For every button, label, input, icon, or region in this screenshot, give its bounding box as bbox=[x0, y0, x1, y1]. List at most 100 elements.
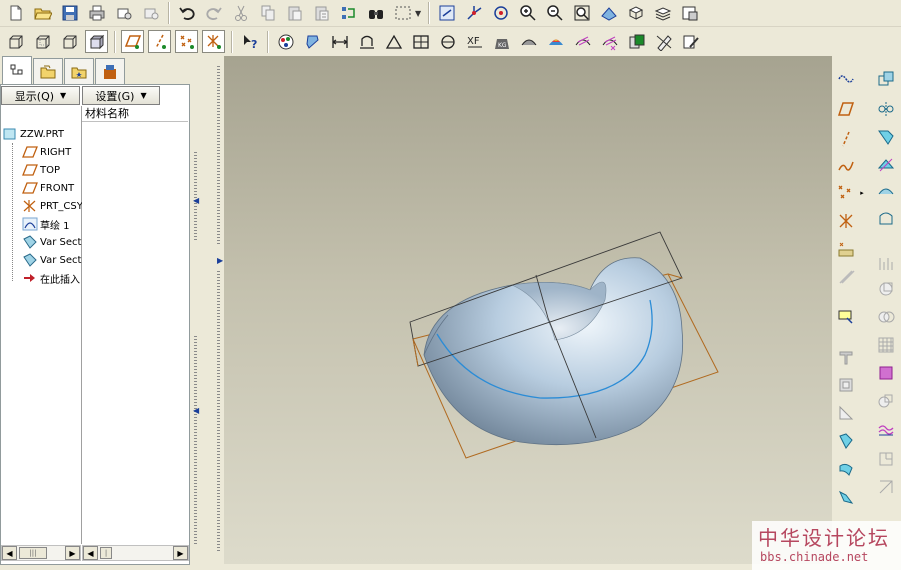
saved-views-button[interactable] bbox=[624, 2, 647, 25]
tree-node-right[interactable]: RIGHT bbox=[2, 143, 82, 161]
coordinate-system-toggle[interactable] bbox=[202, 30, 225, 53]
tree-horizontal-scrollbar[interactable]: ◀ ||| ▶ bbox=[1, 545, 81, 561]
sweep-button[interactable] bbox=[835, 402, 857, 424]
cut-button[interactable] bbox=[229, 2, 252, 25]
solidify-button[interactable] bbox=[875, 278, 897, 300]
expand-arrow-icon[interactable]: ▶ bbox=[217, 256, 223, 265]
select-box-button[interactable] bbox=[391, 2, 414, 25]
tab-favorites[interactable] bbox=[64, 58, 94, 84]
tab-model-tree[interactable] bbox=[2, 56, 32, 84]
measure-distance-button[interactable] bbox=[328, 30, 351, 53]
curvature-button[interactable] bbox=[517, 30, 540, 53]
tree-node-top[interactable]: TOP bbox=[2, 161, 82, 179]
mirror-button[interactable] bbox=[875, 98, 897, 120]
collapse-arrow-icon[interactable]: ◀ bbox=[193, 406, 199, 415]
hidden-line-button[interactable] bbox=[31, 30, 54, 53]
datum-point-dropdown[interactable]: ▸ bbox=[857, 182, 867, 204]
tree-node-csys[interactable]: PRT_CSY bbox=[2, 197, 82, 215]
reflection-button[interactable] bbox=[571, 30, 594, 53]
datum-point-toggle[interactable] bbox=[175, 30, 198, 53]
intersect-button[interactable] bbox=[875, 390, 897, 412]
settings-menu-button[interactable]: 设置(G) ▼ bbox=[82, 86, 160, 105]
edit-analysis-button[interactable] bbox=[679, 30, 702, 53]
boundary-blend-button[interactable] bbox=[835, 486, 857, 508]
scroll-thumb[interactable]: ||| bbox=[19, 547, 47, 559]
print-button[interactable] bbox=[85, 2, 108, 25]
measure-diameter-button[interactable] bbox=[436, 30, 459, 53]
splitter-grip[interactable] bbox=[217, 271, 220, 551]
fill-surface-button[interactable] bbox=[835, 458, 857, 480]
open-button[interactable] bbox=[31, 2, 54, 25]
pattern-button[interactable] bbox=[875, 306, 897, 328]
new-button[interactable] bbox=[4, 2, 27, 25]
tree-node-insert-here[interactable]: 在此插入 bbox=[2, 269, 82, 287]
orient-button[interactable] bbox=[489, 2, 512, 25]
tree-node-front[interactable]: FRONT bbox=[2, 179, 82, 197]
model-view[interactable] bbox=[224, 56, 832, 564]
wireframe-button[interactable] bbox=[4, 30, 27, 53]
tree-node-root[interactable]: ZZW.PRT bbox=[2, 125, 82, 143]
sketched-curve-button[interactable] bbox=[835, 156, 857, 178]
datum-plane-toggle[interactable] bbox=[121, 30, 144, 53]
paste-button[interactable] bbox=[283, 2, 306, 25]
trim-button[interactable] bbox=[875, 154, 897, 176]
zoom-in-button[interactable] bbox=[516, 2, 539, 25]
scroll-thumb[interactable]: | bbox=[100, 547, 112, 559]
measure-angle-button[interactable] bbox=[382, 30, 405, 53]
extend-button[interactable] bbox=[875, 180, 897, 202]
show-menu-button[interactable]: 显示(Q) ▼ bbox=[1, 86, 80, 105]
offset-button[interactable] bbox=[875, 208, 897, 230]
scroll-left-icon[interactable]: ◀ bbox=[83, 546, 98, 560]
shading-button[interactable] bbox=[85, 30, 108, 53]
extrude-button[interactable] bbox=[835, 346, 857, 368]
grid-pattern-button[interactable] bbox=[875, 334, 897, 356]
sketch-tool-button[interactable] bbox=[835, 306, 857, 328]
redo-button[interactable] bbox=[202, 2, 225, 25]
tab-folder-browser[interactable] bbox=[33, 58, 63, 84]
analysis-feature-button[interactable] bbox=[835, 238, 857, 260]
datum-plane-tool-button[interactable] bbox=[835, 98, 857, 120]
splitter-grip[interactable] bbox=[217, 66, 220, 246]
warp-button[interactable] bbox=[875, 476, 897, 498]
measure-length-button[interactable] bbox=[355, 30, 378, 53]
send-button[interactable] bbox=[139, 2, 162, 25]
graphics-window[interactable] bbox=[224, 56, 832, 564]
context-help-button[interactable]: ? bbox=[238, 30, 261, 53]
column-horizontal-scrollbar[interactable]: ◀ | ▶ bbox=[82, 545, 189, 561]
find-button[interactable] bbox=[364, 2, 387, 25]
revolve-button[interactable] bbox=[835, 374, 857, 396]
mass-properties-button[interactable]: KG bbox=[490, 30, 513, 53]
datum-curve-button[interactable] bbox=[835, 68, 857, 90]
splitter-grip[interactable] bbox=[194, 336, 197, 546]
reorient-button[interactable] bbox=[597, 2, 620, 25]
zoom-out-button[interactable] bbox=[543, 2, 566, 25]
material-name-column-header[interactable]: 材料名称 bbox=[82, 106, 188, 122]
paste-special-button[interactable] bbox=[310, 2, 333, 25]
model-tree-button[interactable] bbox=[301, 30, 324, 53]
slope-button[interactable] bbox=[598, 30, 621, 53]
regenerate-button[interactable] bbox=[337, 2, 360, 25]
save-button[interactable] bbox=[58, 2, 81, 25]
zoom-fit-button[interactable] bbox=[570, 2, 593, 25]
undo-button[interactable] bbox=[175, 2, 198, 25]
saved-analysis-button[interactable] bbox=[625, 30, 648, 53]
panel-splitter[interactable]: ◀ ◀ ▶ bbox=[190, 56, 224, 565]
display-style-button[interactable] bbox=[678, 2, 701, 25]
transform-button[interactable]: XF bbox=[463, 30, 486, 53]
project-button[interactable] bbox=[875, 448, 897, 470]
scroll-right-icon[interactable]: ▶ bbox=[173, 546, 188, 560]
no-hidden-button[interactable] bbox=[58, 30, 81, 53]
copy-feature-button[interactable] bbox=[875, 68, 897, 90]
datum-axis-tool-button[interactable] bbox=[835, 128, 857, 150]
scroll-left-icon[interactable]: ◀ bbox=[2, 546, 17, 560]
spin-center-button[interactable] bbox=[462, 2, 485, 25]
tree-node-var-sect-1[interactable]: Var Sect bbox=[2, 233, 82, 251]
measure-area-button[interactable] bbox=[409, 30, 432, 53]
copy-button[interactable] bbox=[256, 2, 279, 25]
tab-connections[interactable] bbox=[95, 58, 125, 84]
datum-point-tool-button[interactable] bbox=[835, 182, 857, 204]
var-sect-sweep-button[interactable] bbox=[835, 430, 857, 452]
tree-node-sketch[interactable]: 草绘 1 bbox=[2, 215, 82, 233]
draft-analysis-button[interactable] bbox=[544, 30, 567, 53]
scroll-right-icon[interactable]: ▶ bbox=[65, 546, 80, 560]
